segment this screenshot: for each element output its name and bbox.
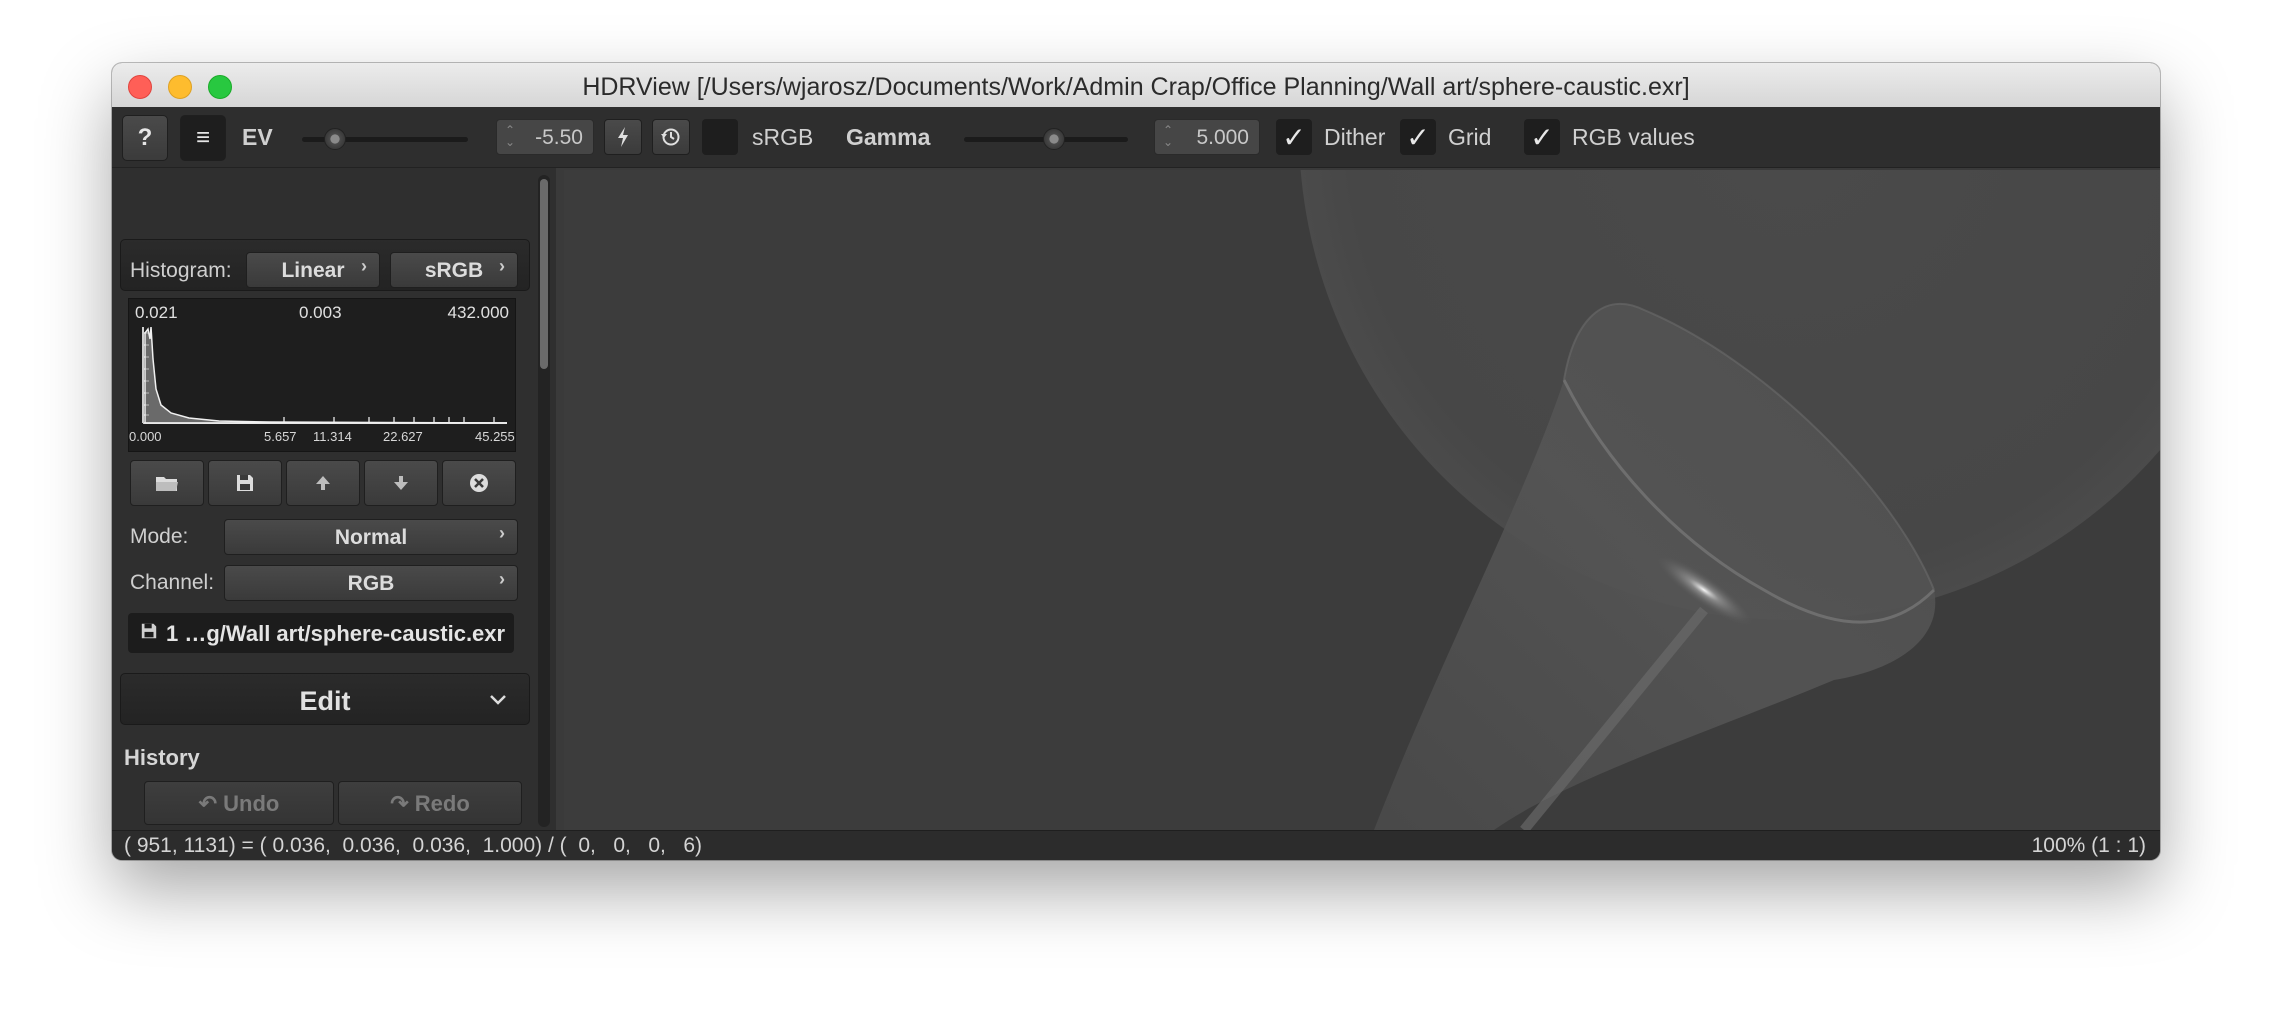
spinner-arrows-icon[interactable]: ⌃ ⌄ <box>505 124 515 148</box>
arrow-down-icon <box>394 476 408 490</box>
chevron-right-icon: › <box>499 256 505 276</box>
rgb-values-label: RGB values <box>1572 124 1695 150</box>
checkmark-icon: ✓ <box>1282 121 1306 153</box>
histogram-tick-0: 0.000 <box>129 429 162 444</box>
reset-exposure-icon[interactable] <box>652 119 690 155</box>
close-file-button[interactable] <box>442 460 516 506</box>
ev-label: EV <box>242 124 273 150</box>
histogram-tick-4: 45.255 <box>475 429 515 444</box>
pixel-info: ( 951, 1131) = ( 0.036, 0.036, 0.036, 1.… <box>124 834 703 857</box>
auto-exposure-icon[interactable] <box>604 119 642 155</box>
spinner-arrows-icon[interactable]: ⌃ ⌄ <box>1163 124 1173 148</box>
floppy-disk-icon <box>140 622 158 645</box>
gamma-label: Gamma <box>846 124 931 150</box>
edit-section-header[interactable]: Edit <box>120 673 530 725</box>
dither-label: Dither <box>1324 124 1386 150</box>
status-bar: ( 951, 1131) = ( 0.036, 0.036, 0.036, 1.… <box>112 830 2160 860</box>
side-panel-scroll-thumb[interactable] <box>540 179 548 369</box>
zoom-level: 100% (1 : 1) <box>2031 834 2146 857</box>
histogram-tick-1: 5.657 <box>264 429 297 444</box>
mode-dropdown[interactable]: Normal › <box>224 519 518 555</box>
ev-slider-knob[interactable] <box>324 128 347 150</box>
app-window: HDRView [/Users/wjarosz/Documents/Work/A… <box>112 63 2160 860</box>
gamma-value-field[interactable]: ⌃ ⌄ 5.000 <box>1154 119 1260 155</box>
rgb-values-checkbox[interactable]: ✓ <box>1524 119 1560 155</box>
undo-button[interactable]: ↶ Undo <box>144 781 334 825</box>
file-list-item[interactable]: 1 …g/Wall art/sphere-caustic.exr <box>128 613 514 653</box>
chevron-right-icon: › <box>499 569 505 589</box>
checkmark-icon: ✓ <box>1530 121 1554 153</box>
ev-value-field[interactable]: ⌃ ⌄ -5.50 <box>496 119 594 155</box>
toolbar: ? ≡ EV ⌃ ⌄ -5.50 sRGB Gamma ⌃ ⌄ 5.000 ✓ Di… <box>112 107 2160 168</box>
history-label: History <box>124 745 200 770</box>
open-file-button[interactable] <box>130 460 204 506</box>
move-up-button[interactable] <box>286 460 360 506</box>
grid-checkbox[interactable]: ✓ <box>1400 119 1436 155</box>
histogram-plot: 0.021 0.003 432.000 0.000 5.657 11.314 2… <box>128 298 516 452</box>
chevron-right-icon: › <box>361 256 367 276</box>
histogram-label: Histogram: <box>130 259 232 282</box>
histogram-space-dropdown[interactable]: sRGB › <box>390 252 518 288</box>
arrow-up-icon <box>316 476 330 490</box>
chevron-down-icon <box>489 686 507 712</box>
channel-label: Channel: <box>130 571 215 594</box>
dither-checkbox[interactable]: ✓ <box>1276 119 1312 155</box>
close-circle-icon <box>470 474 488 492</box>
gamma-slider[interactable] <box>964 128 1128 150</box>
window-title: HDRView [/Users/wjarosz/Documents/Work/A… <box>582 73 1690 101</box>
histogram-tick-2: 11.314 <box>313 429 352 444</box>
caustic-image <box>564 170 2160 830</box>
undo-arrow-icon: ↶ <box>198 791 224 816</box>
title-bar: HDRView [/Users/wjarosz/Documents/Work/A… <box>112 63 2160 108</box>
grid-label: Grid <box>1448 124 1492 150</box>
save-file-button[interactable] <box>208 460 282 506</box>
gamma-slider-knob[interactable] <box>1043 128 1066 150</box>
move-down-button[interactable] <box>364 460 438 506</box>
image-canvas[interactable] <box>564 170 2160 830</box>
channel-dropdown[interactable]: RGB › <box>224 565 518 601</box>
mode-label: Mode: <box>130 525 189 548</box>
help-button[interactable]: ? <box>122 115 168 161</box>
checkmark-icon: ✓ <box>1406 121 1430 153</box>
srgb-checkbox[interactable] <box>702 119 738 155</box>
histogram-scale-dropdown[interactable]: Linear › <box>246 252 380 288</box>
chevron-right-icon: › <box>499 523 505 543</box>
srgb-label: sRGB <box>752 124 814 150</box>
redo-button[interactable]: ↷ Redo <box>338 781 522 825</box>
folder-icon <box>156 477 178 491</box>
menu-button[interactable]: ≡ <box>180 115 226 161</box>
redo-arrow-icon: ↷ <box>390 791 415 816</box>
histogram-tick-3: 22.627 <box>383 429 423 444</box>
floppy-disk-icon <box>237 475 253 491</box>
ev-slider[interactable] <box>302 128 468 150</box>
